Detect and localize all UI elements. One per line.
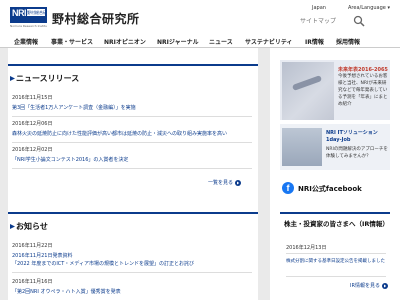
country-label: Japan	[312, 5, 326, 11]
section-rule	[8, 64, 258, 66]
banner-title: 未来年表2016-2065	[338, 67, 388, 73]
nri-logo[interactable]: NRI 野村総合研究所	[10, 7, 47, 23]
it-solution-banner[interactable]: NRI ITソリューション 1day-Job NRIの問題解決のアプローチを体験…	[280, 124, 390, 170]
divider	[12, 116, 252, 117]
nav-item-company[interactable]: 企業情報	[14, 37, 38, 46]
banner-image	[282, 128, 322, 166]
chevron-right-icon	[10, 76, 15, 81]
ir-date: 2016年12月13日	[286, 245, 327, 251]
divider	[12, 142, 252, 143]
news-date: 2016年12月02日	[12, 147, 53, 153]
facebook-link[interactable]: f NRI公式facebook	[280, 178, 390, 198]
page-gutter-middle	[258, 48, 270, 300]
global-nav: 企業情報 事業・サービス NRIオピニオン NRIジャーナル ニュース サステナ…	[0, 34, 400, 48]
ir-section: 株主・投資家の皆さまへ（IR情報） 2016年12月13日 株式分割に関する基準…	[280, 212, 390, 300]
ir-title: 株主・投資家の皆さまへ（IR情報）	[284, 220, 389, 228]
more-link-label: 一覧を見る	[208, 180, 234, 186]
logo-subtitle: Nomura Research Institute	[10, 24, 47, 28]
news-link[interactable]: 「2022 年度までのICT・メディア市場の規模とトレンドを展望」の訂正とお詫び	[12, 260, 194, 267]
search-icon	[353, 15, 365, 27]
facebook-label: NRI公式facebook	[298, 185, 362, 193]
news-date: 2016年11月15日	[12, 95, 53, 101]
news-link[interactable]: 森林火災の延焼防止に向けた性能評価が高い都市は延焼の防止・減災への取り組み実施率…	[12, 130, 227, 137]
banner-body: 今後予想されているお客様と当社、NRIが未来研究などで毎年発表している予測を「年…	[338, 74, 388, 107]
notice-section: お知らせ 2016年11月22日 2016年11月21日発表資料 「2022 年…	[8, 212, 258, 300]
arrow-right-icon	[381, 282, 388, 289]
page-gutter-left	[0, 48, 8, 300]
ir-more-link[interactable]: IR情報を見る	[350, 282, 388, 289]
nav-item-recruit[interactable]: 採用情報	[336, 37, 360, 46]
news-date: 2016年11月22日	[12, 243, 53, 249]
divider	[286, 276, 386, 277]
area-language-selector[interactable]: Area/Language ▾	[348, 5, 390, 11]
nav-item-sustainability[interactable]: サステナビリティ	[245, 37, 293, 46]
news-date: 2016年12月06日	[12, 121, 53, 127]
facebook-icon: f	[282, 182, 294, 194]
news-link[interactable]: 「第2回NRI オウペラ・ハト入賞」優秀賞を発表	[12, 288, 121, 295]
future-timeline-banner[interactable]: 未来年表2016-2065 今後予想されているお客様と当社、NRIが未来研究など…	[280, 60, 390, 120]
company-name[interactable]: 野村総合研究所	[52, 10, 140, 27]
nav-item-business[interactable]: 事業・サービス	[51, 37, 93, 46]
nav-item-opinion[interactable]: NRIオピニオン	[104, 37, 146, 46]
logo-text: NRI	[12, 8, 27, 18]
section-rule	[280, 212, 390, 214]
divider	[12, 168, 252, 169]
divider	[286, 253, 386, 254]
news-release-more-link[interactable]: 一覧を見る	[208, 179, 241, 186]
news-link[interactable]: 「NRI学生小論文コンテスト2016」の入賞者を決定	[12, 156, 128, 163]
ir-news-link[interactable]: 株式分割に関する基準日設定公告を掲載しました	[286, 258, 385, 264]
more-link-label: IR情報を見る	[350, 283, 380, 289]
section-title: お知らせ	[16, 222, 48, 231]
banner-title: NRI ITソリューション 1day-Job	[326, 130, 378, 143]
arrow-right-icon	[234, 179, 241, 186]
nav-item-ir[interactable]: IR情報	[305, 37, 324, 46]
chevron-right-icon	[10, 224, 15, 229]
site-search-input[interactable]	[300, 16, 350, 27]
nav-item-news[interactable]: ニュース	[209, 37, 233, 46]
banner-image	[282, 62, 334, 120]
banner-body: NRIの問題解決のアプローチを体験してみませんか？	[326, 147, 388, 159]
news-release-section: ニュースリリース 2016年11月15日 第3回「生活者1万人アンケート調査（金…	[8, 64, 258, 214]
nav-item-journal[interactable]: NRIジャーナル	[157, 37, 199, 46]
search-button[interactable]	[353, 15, 366, 27]
site-header: NRI 野村総合研究所 Nomura Research Institute 野村…	[0, 0, 400, 34]
news-date: 2016年11月16日	[12, 279, 53, 285]
logo-sub: 野村総合研究所	[27, 10, 45, 15]
section-rule	[8, 212, 258, 214]
divider	[12, 272, 252, 273]
news-link[interactable]: 2016年11月21日発表資料	[12, 252, 72, 259]
news-link[interactable]: 第3回「生活者1万人アンケート調査（金融編）」を実施	[12, 104, 136, 111]
section-title: ニュースリリース	[16, 74, 80, 83]
